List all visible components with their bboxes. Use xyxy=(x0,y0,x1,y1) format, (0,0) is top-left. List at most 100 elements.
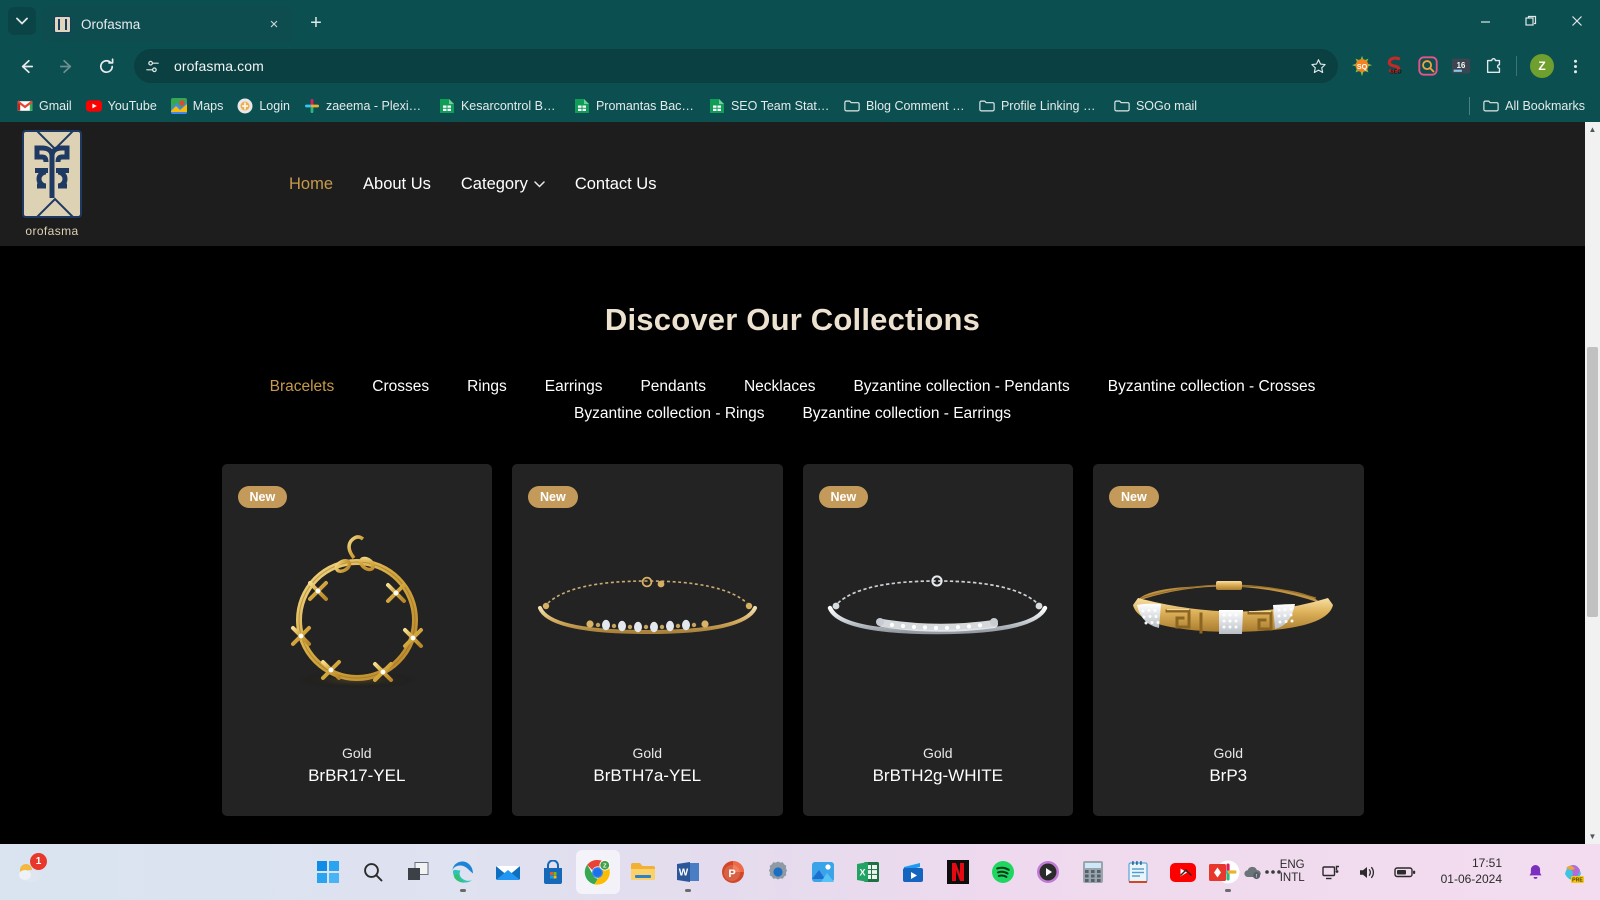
bookmark-folder-sogo-mail[interactable]: SOGo mail xyxy=(1107,94,1204,118)
page-scrollbar[interactable]: ▲ ▼ xyxy=(1585,122,1600,844)
maximize-button[interactable] xyxy=(1508,0,1554,42)
bookmark-folder-profile-linking[interactable]: Profile Linking and... xyxy=(972,94,1107,118)
file-explorer-app[interactable] xyxy=(621,850,665,894)
site-navigation: Home About Us Category Contact Us xyxy=(289,175,656,194)
onedrive-tray-icon[interactable]: ! xyxy=(1236,852,1270,892)
product-card[interactable]: New xyxy=(1093,464,1364,816)
scroll-up-button[interactable]: ▲ xyxy=(1585,122,1600,137)
bookmark-star-icon[interactable] xyxy=(1304,52,1332,80)
network-button[interactable] xyxy=(1315,852,1348,892)
category-tab-necklaces[interactable]: Necklaces xyxy=(744,378,816,396)
volume-button[interactable] xyxy=(1351,852,1384,892)
category-tab-crosses[interactable]: Crosses xyxy=(372,378,429,396)
battery-button[interactable] xyxy=(1387,852,1423,892)
product-card[interactable]: New xyxy=(802,464,1073,816)
chrome-menu-button[interactable] xyxy=(1560,51,1590,81)
category-tab-earrings[interactable]: Earrings xyxy=(545,378,603,396)
category-tab-byzantine-earrings[interactable]: Byzantine collection - Earrings xyxy=(802,405,1011,423)
bookmark-maps[interactable]: Maps xyxy=(164,94,231,118)
task-view-button[interactable] xyxy=(396,850,440,894)
reload-button[interactable] xyxy=(90,50,122,82)
product-sku: BrBTH2g-WHITE xyxy=(872,766,1003,785)
category-tab-bracelets[interactable]: Bracelets xyxy=(270,378,335,396)
microsoft-store-app[interactable] xyxy=(531,850,575,894)
chrome-app[interactable]: Z xyxy=(575,850,620,894)
new-tab-button[interactable]: + xyxy=(302,9,330,37)
bookmark-promantas-backlinking[interactable]: Promantas Backlinki... xyxy=(567,94,702,118)
copilot-button[interactable]: PRE xyxy=(1554,852,1592,892)
product-card[interactable]: New xyxy=(221,464,492,816)
category-tab-byzantine-crosses[interactable]: Byzantine collection - Crosses xyxy=(1108,378,1316,396)
excel-app[interactable]: X xyxy=(846,850,890,894)
bookmark-zaeema-pleximus[interactable]: zaeema - Pleximus -... xyxy=(297,94,432,118)
bookmark-youtube[interactable]: YouTube xyxy=(79,94,164,118)
netflix-app[interactable] xyxy=(936,850,980,894)
profile-button[interactable]: Z xyxy=(1527,51,1557,81)
extension-counter[interactable]: 16 xyxy=(1446,51,1476,81)
notifications-button[interactable] xyxy=(1520,852,1551,892)
tab-close-button[interactable]: × xyxy=(264,14,284,34)
search-button[interactable] xyxy=(351,850,395,894)
bookmark-folder-blog-comment-links[interactable]: Blog Comment Lin... xyxy=(837,94,972,118)
nav-link-contact-us[interactable]: Contact Us xyxy=(575,175,657,194)
photos-app[interactable] xyxy=(801,850,845,894)
bookmark-seo-team-status[interactable]: SEO Team Status -... xyxy=(702,94,837,118)
powerpoint-app[interactable]: P xyxy=(711,850,755,894)
word-app[interactable]: W xyxy=(666,850,710,894)
sheets-icon xyxy=(709,98,725,114)
bookmark-label: YouTube xyxy=(107,99,157,113)
bookmark-kesarcontrol-backlinks[interactable]: Kesarcontrol Backlin... xyxy=(432,94,567,118)
gold-chain-bangle-bracelet-image xyxy=(526,480,769,745)
close-window-button[interactable] xyxy=(1554,0,1600,42)
folder-icon xyxy=(979,98,995,114)
battery-icon xyxy=(1393,867,1415,878)
settings-app[interactable] xyxy=(756,850,800,894)
category-tab-byzantine-pendants[interactable]: Byzantine collection - Pendants xyxy=(853,378,1069,396)
folder-icon xyxy=(1483,98,1499,114)
greek-key-diamond-bracelet-image xyxy=(1107,480,1350,745)
language-line-2: INTL xyxy=(1279,872,1305,884)
edge-app[interactable] xyxy=(441,850,485,894)
site-logo[interactable]: orofasma xyxy=(18,130,86,238)
product-card[interactable]: New xyxy=(512,464,783,816)
browser-tab[interactable]: Orofasma × xyxy=(42,6,292,42)
nav-link-category[interactable]: Category xyxy=(461,175,545,194)
bookmark-gmail[interactable]: Gmail xyxy=(10,94,79,118)
antivirus-tray-icon[interactable] xyxy=(1202,852,1233,892)
weather-widget[interactable]: 1 xyxy=(16,853,47,885)
scrollbar-thumb[interactable] xyxy=(1587,347,1598,617)
extension-seoquake[interactable]: SQ xyxy=(1347,51,1377,81)
category-tab-rings[interactable]: Rings xyxy=(467,378,507,396)
notepad-app[interactable] xyxy=(1116,850,1160,894)
tab-search-button[interactable] xyxy=(8,7,36,35)
extension-keyword-search[interactable] xyxy=(1413,51,1443,81)
spotify-app[interactable] xyxy=(981,850,1025,894)
forward-button[interactable] xyxy=(50,50,82,82)
start-button[interactable] xyxy=(306,850,350,894)
scroll-down-button[interactable]: ▼ xyxy=(1585,829,1600,844)
bookmark-label: SOGo mail xyxy=(1135,99,1198,113)
svg-text:P: P xyxy=(728,868,735,880)
all-bookmarks-button[interactable]: All Bookmarks xyxy=(1476,94,1592,118)
nav-link-home[interactable]: Home xyxy=(289,175,333,194)
url-text: orofasma.com xyxy=(174,58,264,74)
minimize-button[interactable] xyxy=(1462,0,1508,42)
category-tab-byzantine-rings[interactable]: Byzantine collection - Rings xyxy=(574,405,764,423)
extension-seo[interactable]: SEO xyxy=(1380,51,1410,81)
nav-link-about-us[interactable]: About Us xyxy=(363,175,431,194)
back-button[interactable] xyxy=(10,50,42,82)
bookmark-login[interactable]: Login xyxy=(230,94,297,118)
address-bar[interactable]: orofasma.com xyxy=(134,49,1338,83)
clock-button[interactable]: 17:51 01-06-2024 xyxy=(1426,852,1517,892)
mail-app[interactable] xyxy=(486,850,530,894)
netflix-icon xyxy=(946,860,969,884)
bookmarks-bar: Gmail YouTube Maps Login zaeema - Plexim… xyxy=(0,90,1600,122)
site-settings-icon[interactable] xyxy=(138,52,166,80)
calculator-app[interactable] xyxy=(1071,850,1115,894)
movies-tv-app[interactable] xyxy=(891,850,935,894)
category-tab-pendants[interactable]: Pendants xyxy=(640,378,706,396)
language-indicator[interactable]: ENG INTL xyxy=(1273,852,1312,892)
extensions-button[interactable] xyxy=(1479,51,1509,81)
tray-overflow-button[interactable] xyxy=(1173,852,1199,892)
media-player-app[interactable] xyxy=(1026,850,1070,894)
